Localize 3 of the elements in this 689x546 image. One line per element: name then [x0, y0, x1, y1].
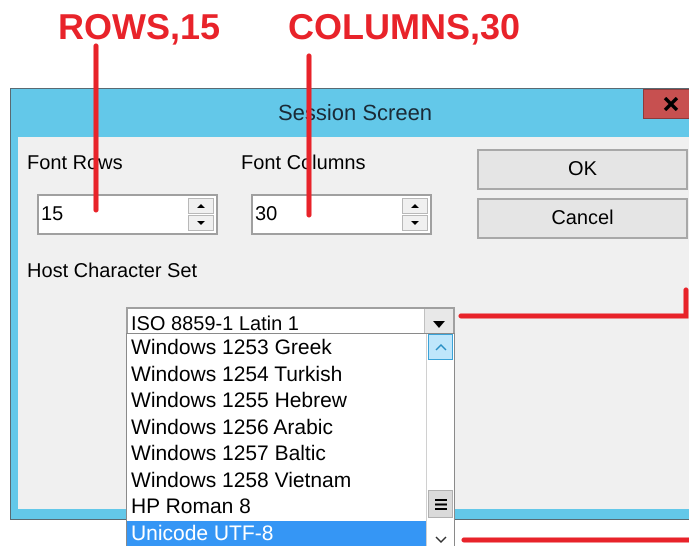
- field-label: Host Character Set: [27, 259, 198, 284]
- annotation-label: COLUMNS,30: [288, 6, 520, 48]
- annotation-label: ROWS,15: [58, 6, 220, 48]
